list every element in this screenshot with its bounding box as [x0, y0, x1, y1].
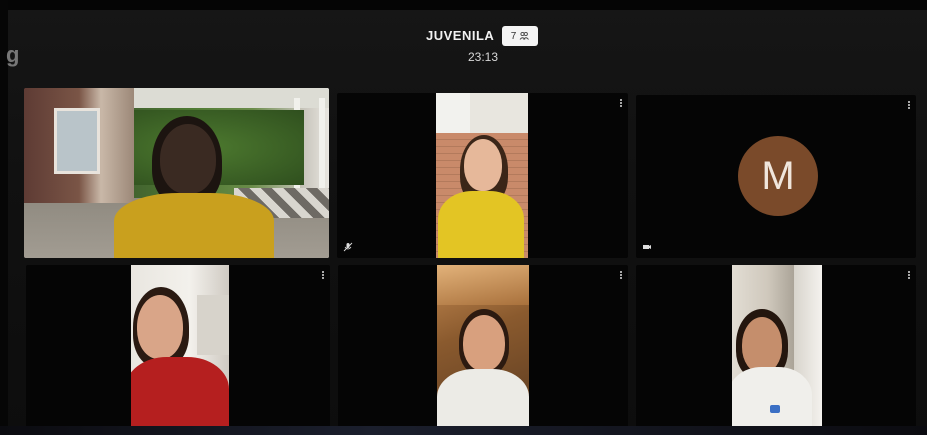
meeting-header: JUVENILA 7 23:13: [380, 26, 580, 70]
meeting-screen: g JUVENILA 7 23:13 M: [0, 0, 927, 435]
room-name: JUVENILA: [426, 28, 495, 43]
participant-video-2: [436, 93, 528, 258]
tile-menu-icon[interactable]: [907, 271, 910, 279]
avatar-letter: M: [761, 153, 795, 198]
participant-tile-3[interactable]: M: [636, 95, 916, 258]
participant-video-6: [732, 265, 822, 431]
participant-count: 7: [510, 30, 517, 42]
participant-tile-1[interactable]: [24, 88, 329, 258]
participant-avatar: M: [738, 136, 818, 216]
people-icon: [519, 31, 530, 40]
monitor-bezel-bottom: [0, 426, 927, 435]
participant-tile-6[interactable]: [636, 265, 916, 431]
tile-menu-icon[interactable]: [619, 271, 622, 279]
app-logo: g: [6, 42, 20, 67]
participant-video-4: [131, 265, 229, 431]
monitor-bezel-top: [0, 0, 927, 10]
muted-mic-icon: [343, 242, 353, 252]
participant-tile-5[interactable]: [338, 265, 628, 431]
participant-video-5: [437, 265, 529, 431]
participant-video-1: [24, 88, 329, 258]
participant-tile-2[interactable]: [337, 93, 628, 258]
camera-off-icon: [643, 245, 651, 249]
tile-menu-icon[interactable]: [907, 101, 910, 109]
participants-button[interactable]: 7: [502, 26, 538, 46]
tile-menu-icon[interactable]: [321, 271, 324, 279]
tile-menu-icon[interactable]: [619, 99, 622, 107]
participant-tile-4[interactable]: [26, 265, 330, 431]
call-timer: 23:13: [468, 50, 499, 64]
